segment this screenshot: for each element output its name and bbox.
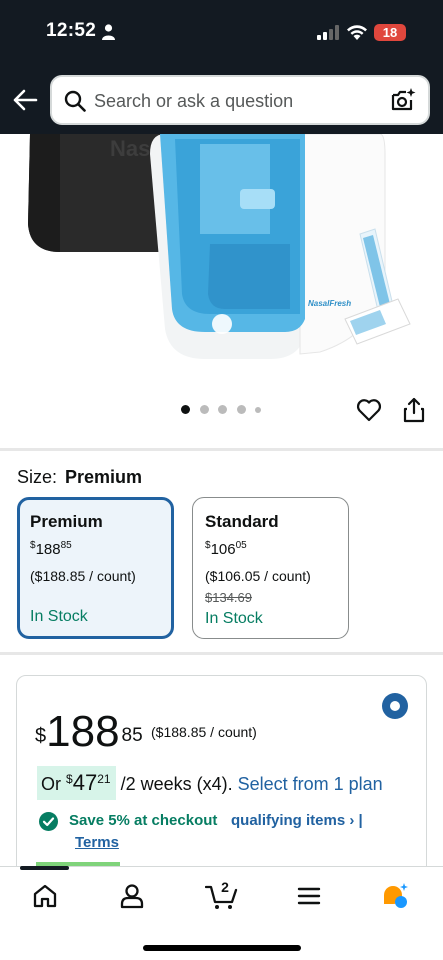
product-photo: Nas NasalFresh [28,134,411,359]
option-unit-price: ($106.05 / count) [205,568,311,584]
status-time: 12:52 [46,20,97,41]
savings-text: Save 5% at checkout [69,812,218,829]
option-name: Premium [30,512,103,531]
camera-search-icon[interactable] [390,87,416,113]
option-stock-status: In Stock [205,610,263,627]
section-divider [0,652,443,655]
account-icon[interactable] [117,881,147,911]
search-input[interactable]: Search or ask a question [94,91,293,112]
battery-indicator: 18 [374,24,406,41]
buybox-price: $188 85 [35,707,143,756]
top-bar: 12:52 18 Search or ask a question [0,0,443,134]
wifi-icon [347,25,367,40]
search-bar[interactable]: Search or ask a question [50,75,430,125]
carousel-dot[interactable] [181,405,190,414]
share-icon[interactable] [403,397,425,423]
size-option-premium[interactable]: Premium $18885 ($188.85 / count) In Stoc… [17,497,174,639]
size-label: Size: [17,467,58,487]
search-icon [64,90,86,112]
menu-icon[interactable] [294,881,324,911]
section-divider [0,448,443,451]
home-indicator [143,945,301,951]
size-selected-value: Premium [65,467,143,487]
status-bar: 12:52 18 [0,0,443,62]
subscription-period: /2 weeks (x4). [120,774,233,794]
option-price: $18885 [30,540,72,558]
one-time-purchase-radio[interactable] [382,693,408,719]
bottom-navigation: 2 [0,866,443,960]
carousel-dot[interactable] [218,405,227,414]
carousel-dot[interactable] [199,405,209,414]
brand-logo: NasalFresh [308,299,351,308]
subscription-price-badge: Or $4721 [37,766,116,800]
option-list-price: $134.69 [205,590,252,605]
back-arrow-icon[interactable] [12,88,38,112]
select-plan-link[interactable]: Select from 1 plan [238,774,383,794]
terms-link[interactable]: Terms [75,832,119,854]
buybox-unit-price: ($188.85 / count) [151,724,257,740]
carousel-dot[interactable] [236,405,246,414]
active-tab-indicator [20,866,69,870]
qualifying-items-link[interactable]: qualifying items › | [231,810,363,832]
check-circle-icon [39,812,58,831]
size-selector-label: Size: Premium [17,467,142,488]
cellular-signal-icon [317,25,339,40]
cart-count-badge: 2 [221,879,229,895]
buy-box: $188 85 ($188.85 / count) Or $4721 /2 wee… [16,675,427,895]
heart-icon[interactable] [356,398,382,422]
option-stock-status: In Stock [30,608,88,625]
rufus-assistant-icon[interactable] [381,881,411,911]
person-icon [102,24,115,40]
option-unit-price: ($188.85 / count) [30,568,136,584]
svg-text:Nas: Nas [110,136,150,161]
size-option-standard[interactable]: Standard $10605 ($106.05 / count) $134.6… [192,497,349,639]
option-price: $10605 [205,540,247,558]
home-icon[interactable] [30,881,60,911]
subscription-row: Or $4721 /2 weeks (x4). Select from 1 pl… [37,766,383,800]
option-name: Standard [205,512,279,531]
carousel-dot[interactable] [255,406,261,413]
product-image[interactable]: Nas NasalFresh [0,134,443,370]
